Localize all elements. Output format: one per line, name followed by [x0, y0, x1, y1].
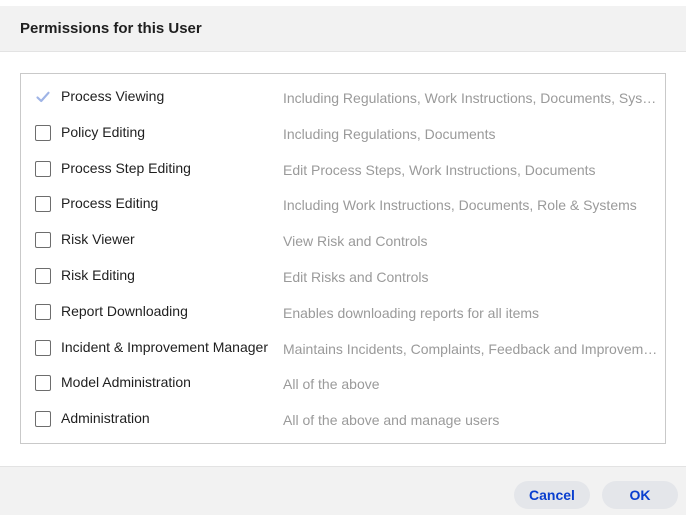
policy-editing-checkbox[interactable]	[35, 125, 51, 141]
checkmark-icon	[36, 91, 50, 103]
permission-row-process-editing[interactable]: Process Editing Including Work Instructi…	[21, 192, 665, 216]
permission-description: All of the above and manage users	[283, 412, 500, 428]
model-administration-checkbox[interactable]	[35, 375, 51, 391]
permission-description: Including Regulations, Documents	[283, 126, 496, 142]
permission-description: View Risk and Controls	[283, 233, 428, 249]
permission-name: Model Administration	[61, 374, 191, 390]
risk-viewer-checkbox[interactable]	[35, 232, 51, 248]
dialog-title: Permissions for this User	[20, 20, 202, 37]
permission-row-administration[interactable]: Administration All of the above and mana…	[21, 407, 665, 431]
permission-name: Incident & Improvement Manager	[61, 339, 268, 355]
permission-name: Process Viewing	[61, 88, 165, 104]
administration-checkbox[interactable]	[35, 411, 51, 427]
permission-name: Report Downloading	[61, 303, 188, 319]
permission-row-process-step-editing[interactable]: Process Step Editing Edit Process Steps,…	[21, 157, 665, 181]
permission-row-incident-improvement-manager[interactable]: Incident & Improvement Manager Maintains…	[21, 336, 665, 360]
permission-name: Risk Editing	[61, 267, 135, 283]
risk-editing-checkbox[interactable]	[35, 268, 51, 284]
process-editing-checkbox[interactable]	[35, 196, 51, 212]
incident-improvement-manager-checkbox[interactable]	[35, 340, 51, 356]
permission-row-policy-editing[interactable]: Policy Editing Including Regulations, Do…	[21, 121, 665, 145]
permission-name: Process Editing	[61, 195, 159, 211]
permission-description: Including Regulations, Work Instructions…	[283, 90, 659, 106]
permission-name: Policy Editing	[61, 124, 146, 140]
dialog-header: Permissions for this User	[0, 6, 686, 52]
cancel-button[interactable]: Cancel	[514, 481, 590, 509]
permission-description: Enables downloading reports for all item…	[283, 305, 540, 321]
process-step-editing-checkbox[interactable]	[35, 161, 51, 177]
permissions-list: Process Viewing Including Regulations, W…	[20, 73, 666, 444]
permission-row-process-viewing[interactable]: Process Viewing Including Regulations, W…	[21, 85, 665, 109]
ok-button[interactable]: OK	[602, 481, 678, 509]
dialog-footer: Cancel OK	[0, 466, 686, 515]
permission-row-model-administration[interactable]: Model Administration All of the above	[21, 371, 665, 395]
permission-name: Process Step Editing	[61, 160, 191, 176]
report-downloading-checkbox[interactable]	[35, 304, 51, 320]
permission-description: Edit Risks and Controls	[283, 269, 429, 285]
process-viewing-checkbox[interactable]	[35, 89, 51, 105]
permission-row-report-downloading[interactable]: Report Downloading Enables downloading r…	[21, 300, 665, 324]
permission-name: Administration	[61, 410, 150, 426]
permission-name: Risk Viewer	[61, 231, 135, 247]
permission-description: Including Work Instructions, Documents, …	[283, 197, 637, 213]
permission-row-risk-viewer[interactable]: Risk Viewer View Risk and Controls	[21, 228, 665, 252]
permission-description: Maintains Incidents, Complaints, Feedbac…	[283, 341, 659, 357]
permission-description: Edit Process Steps, Work Instructions, D…	[283, 162, 596, 178]
permission-description: All of the above	[283, 376, 380, 392]
permission-row-risk-editing[interactable]: Risk Editing Edit Risks and Controls	[21, 264, 665, 288]
permissions-dialog: Permissions for this User Process Viewin…	[0, 0, 686, 515]
